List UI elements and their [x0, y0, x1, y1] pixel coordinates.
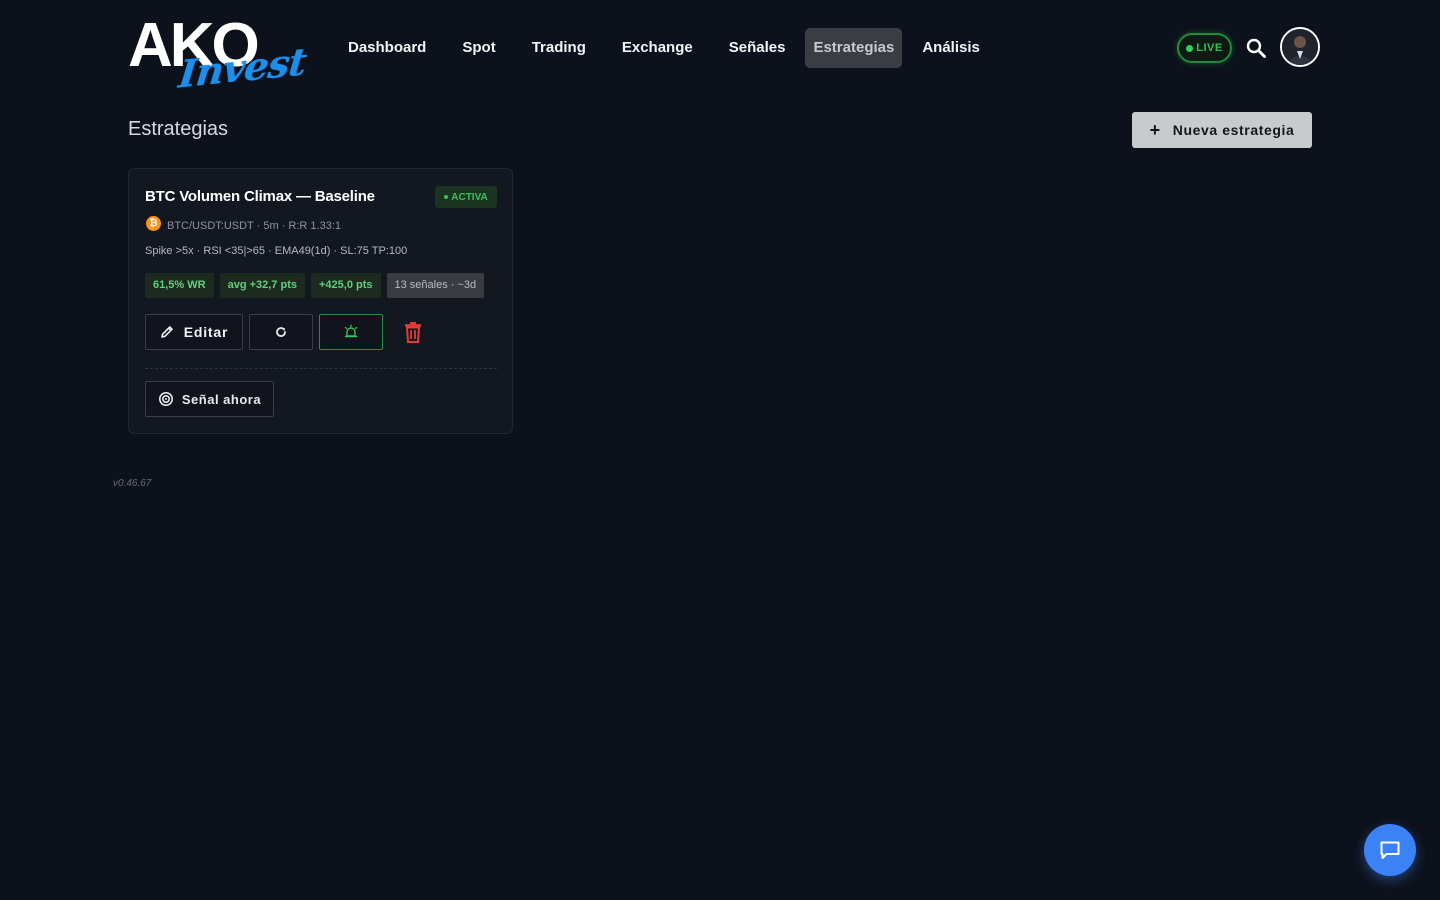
stats-chips: 61,5% WR avg +32,7 pts +425,0 pts 13 señ…	[145, 273, 485, 298]
edit-button[interactable]: Editar	[145, 314, 243, 350]
app-version: v0.46.67	[113, 478, 152, 489]
live-dot-icon	[1186, 44, 1194, 52]
win-rate-chip: 61,5% WR	[145, 273, 214, 298]
signals-count-chip: 13 señales · ~3d	[386, 273, 485, 298]
user-avatar[interactable]	[1280, 27, 1320, 67]
new-strategy-button[interactable]: + Nueva estrategia	[1132, 112, 1312, 148]
strategy-title: BTC Volumen Climax — Baseline	[145, 188, 375, 205]
strategy-meta: BTC/USDT:USDT · 5m · R:R 1.33:1	[167, 220, 341, 232]
nav-item-dashboard[interactable]: Dashboard	[340, 28, 434, 68]
status-badge: ACTIVA	[435, 186, 497, 208]
main-nav: Dashboard Spot Trading Exchange Señales …	[340, 28, 1008, 68]
brand-logo[interactable]: AKO Invest	[128, 14, 308, 97]
card-divider	[145, 368, 497, 369]
logo-secondary-text: Invest	[176, 38, 309, 97]
nav-item-trading[interactable]: Trading	[524, 28, 594, 68]
target-icon	[158, 392, 173, 406]
user-avatar-icon	[1282, 29, 1318, 65]
nav-item-spot[interactable]: Spot	[454, 28, 503, 68]
alarm-icon	[344, 324, 358, 338]
strategy-card: BTC Volumen Climax — Baseline ACTIVA ₿ B…	[128, 168, 513, 434]
alarm-button[interactable]	[319, 314, 383, 350]
new-strategy-label: Nueva estrategia	[1172, 122, 1295, 138]
refresh-icon	[276, 327, 286, 337]
live-status-toggle[interactable]: LIVE	[1177, 33, 1232, 63]
total-points-chip: +425,0 pts	[310, 273, 381, 298]
search-icon[interactable]	[1245, 37, 1267, 59]
bitcoin-icon: ₿	[146, 216, 161, 231]
signal-now-button[interactable]: Señal ahora	[145, 381, 274, 417]
page-title: Estrategias	[128, 118, 229, 140]
trash-icon	[405, 322, 421, 343]
nav-item-exchange[interactable]: Exchange	[614, 28, 701, 68]
nav-item-estrategias[interactable]: Estrategias	[805, 28, 903, 68]
refresh-button[interactable]	[249, 314, 313, 350]
top-header: AKO Invest Dashboard Spot Trading Exchan…	[0, 0, 1440, 97]
avg-points-chip: avg +32,7 pts	[219, 273, 305, 298]
status-label: ACTIVA	[451, 191, 488, 203]
status-dot-icon	[444, 195, 449, 199]
chat-icon	[1380, 841, 1400, 859]
live-label: LIVE	[1196, 42, 1223, 54]
nav-item-analisis[interactable]: Análisis	[914, 28, 988, 68]
chat-button[interactable]	[1364, 824, 1416, 876]
strategy-rules: Spike >5x · RSI <35|>65 · EMA49(1d) · SL…	[145, 245, 408, 257]
plus-icon: +	[1149, 119, 1161, 140]
edit-label: Editar	[183, 324, 229, 340]
delete-button[interactable]	[401, 320, 425, 344]
nav-item-senales[interactable]: Señales	[721, 28, 794, 68]
pencil-icon	[160, 326, 173, 338]
signal-now-label: Señal ahora	[181, 391, 262, 407]
